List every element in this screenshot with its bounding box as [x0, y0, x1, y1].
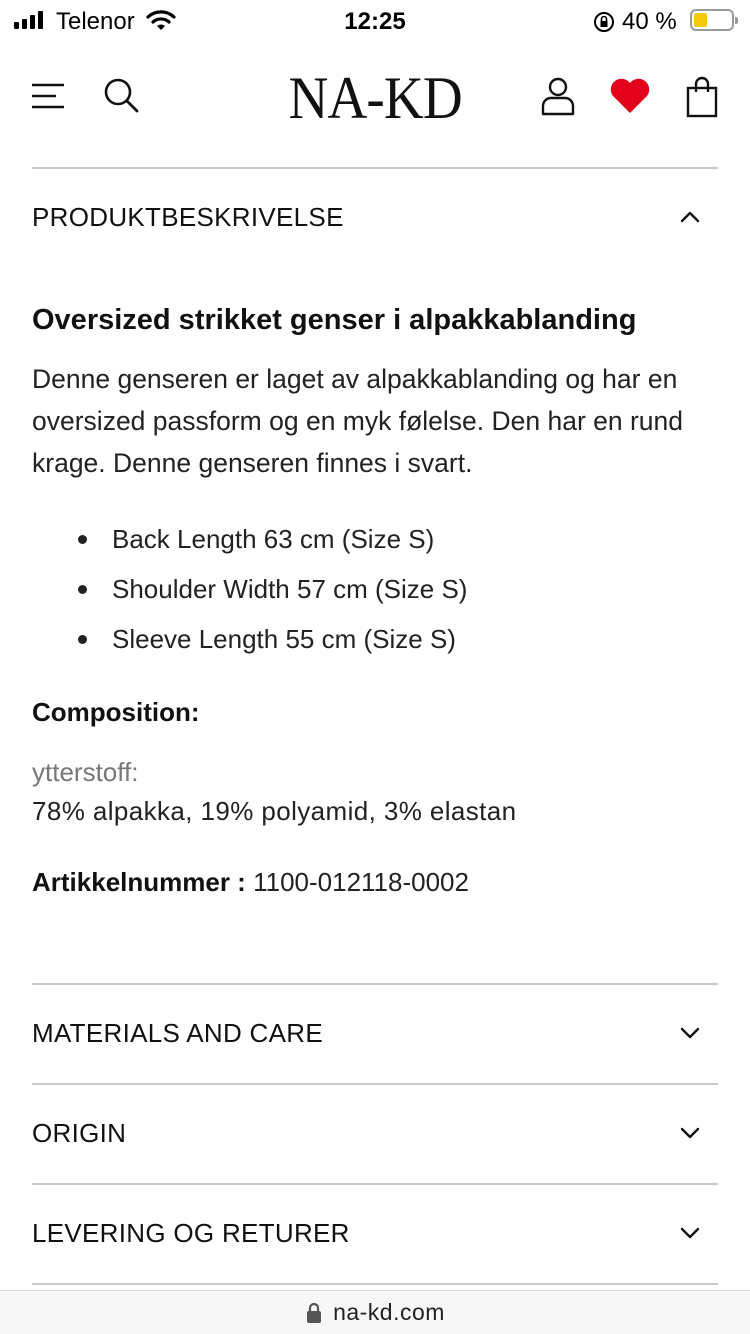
bag-icon[interactable] [680, 74, 724, 120]
list-item: Back Length 63 cm (Size S) [78, 514, 722, 564]
composition-part-label: ytterstoff: [32, 757, 139, 787]
measurements-list: Back Length 63 cm (Size S) Shoulder Widt… [32, 514, 722, 664]
divider [32, 1283, 718, 1285]
site-header: NA-KD [0, 44, 750, 154]
battery-icon [690, 9, 738, 31]
orientation-lock-icon [592, 10, 616, 39]
accordion-levering-og-returer[interactable]: LEVERING OG RETURER [32, 1184, 718, 1282]
url-text: na-kd.com [333, 1299, 445, 1325]
browser-url-bar[interactable]: na-kd.com [0, 1290, 750, 1334]
bullet-icon [78, 535, 87, 544]
product-description-text: Denne genseren er laget av alpakkablandi… [32, 364, 684, 478]
bullet-icon [78, 635, 87, 644]
article-number-value: 1100-012118-0002 [253, 867, 469, 897]
battery-percent: 40 % [622, 8, 677, 35]
bullet-icon [78, 585, 87, 594]
article-number-row: Artikkelnummer : 1100-012118-0002 [32, 862, 722, 902]
accordion-produktbeskrivelse[interactable]: PRODUKTBESKRIVELSE [32, 168, 718, 266]
status-bar: Telenor 12:25 40 % [0, 0, 750, 44]
list-item: Shoulder Width 57 cm (Size S) [78, 564, 722, 614]
chevron-down-icon [680, 1127, 700, 1139]
accordion-title: MATERIALS AND CARE [32, 1017, 323, 1048]
product-title: Oversized strikket genser i alpakkabland… [32, 304, 637, 336]
account-icon[interactable] [536, 74, 580, 118]
list-item: Sleeve Length 55 cm (Size S) [78, 614, 722, 664]
chevron-down-icon [680, 1227, 700, 1239]
accordion-title: LEVERING OG RETURER [32, 1217, 350, 1248]
accordion-materials-and-care[interactable]: MATERIALS AND CARE [32, 984, 718, 1082]
composition-value: 78% alpakka, 19% polyamid, 3% elastan [32, 796, 517, 826]
product-description-content: Oversized strikket genser i alpakkabland… [32, 300, 722, 902]
heart-icon[interactable] [606, 74, 654, 118]
chevron-up-icon [680, 211, 700, 223]
lock-icon [307, 1302, 322, 1323]
chevron-down-icon [680, 1027, 700, 1039]
accordion-title: ORIGIN [32, 1117, 127, 1148]
composition-label: Composition: [32, 697, 200, 727]
accordion-title: PRODUKTBESKRIVELSE [32, 201, 344, 232]
article-number-label: Artikkelnummer : [32, 867, 246, 897]
accordion-origin[interactable]: ORIGIN [32, 1084, 718, 1182]
